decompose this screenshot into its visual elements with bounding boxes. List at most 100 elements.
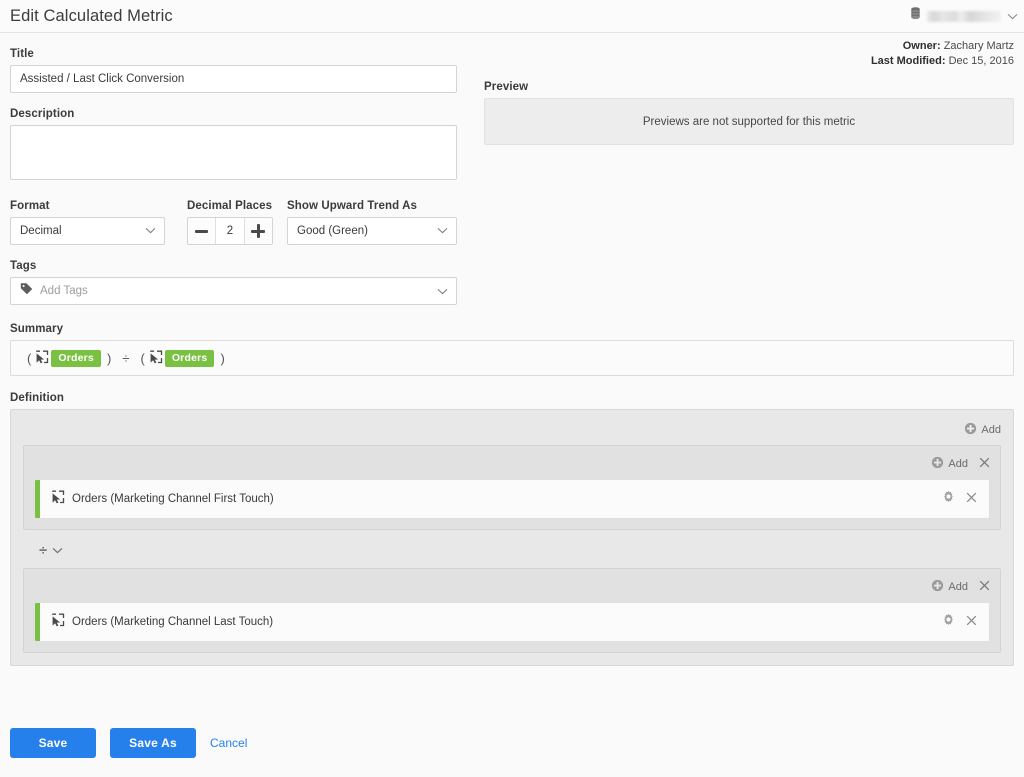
remove-group-button-2[interactable] [979, 578, 990, 596]
last-modified-value: Dec 15, 2016 [948, 55, 1014, 67]
chevron-down-icon [437, 225, 448, 237]
save-as-button[interactable]: Save As [110, 727, 196, 758]
last-modified-label: Last Modified: [870, 55, 946, 67]
definition-container: Add Add Orders (Marketing Channel First … [10, 409, 1014, 666]
definition-label: Definition [10, 392, 65, 404]
definition-group-2: Add Orders (Marketing Channel Last Touch… [23, 568, 1001, 653]
save-button[interactable]: Save [10, 727, 96, 758]
add-circle-icon [964, 422, 977, 438]
preview-column: Owner: Zachary Martz Last Modified: Dec … [457, 33, 1014, 305]
preview-label: Preview [484, 81, 529, 93]
page-title: Edit Calculated Metric [10, 6, 173, 25]
summary-expression: ( Orders ) ÷ ( Orders ) [10, 340, 1014, 376]
preview-message: Previews are not supported for this metr… [642, 115, 856, 128]
metric-row[interactable]: Orders (Marketing Channel Last Touch) [34, 602, 990, 642]
description-field-group: Description [10, 108, 457, 185]
summary-close-paren-2: ) [220, 350, 225, 366]
decimal-places-value[interactable]: 2 [215, 218, 244, 244]
title-label: Title [10, 48, 34, 60]
chevron-down-icon[interactable] [1007, 7, 1018, 25]
summary-label: Summary [10, 323, 64, 335]
chevron-down-icon[interactable] [52, 541, 63, 559]
format-field-group: Format Decimal [10, 200, 165, 245]
decrement-button[interactable] [188, 218, 216, 244]
summary-open-paren-1: ( [27, 350, 32, 366]
cancel-link[interactable]: Cancel [210, 736, 247, 750]
remove-metric-button[interactable] [966, 490, 977, 508]
title-input[interactable] [10, 65, 457, 93]
owner-line: Owner: Zachary Martz [484, 39, 1014, 54]
divide-operator-symbol: ÷ [39, 541, 48, 559]
format-select-value: Decimal [20, 225, 62, 237]
add-metric-label-1: Add [948, 457, 968, 470]
description-input[interactable] [10, 125, 457, 180]
metric-row-label: Orders (Marketing Channel First Touch) [72, 493, 274, 505]
summary-chip-1: Orders [51, 349, 101, 367]
metric-metadata: Owner: Zachary Martz Last Modified: Dec … [484, 33, 1014, 69]
description-label: Description [10, 108, 75, 120]
decimal-places-stepper[interactable]: 2 [187, 217, 273, 245]
trend-label: Show Upward Trend As [287, 200, 418, 212]
metric-cursor-icon [51, 613, 65, 632]
add-circle-icon [931, 456, 944, 472]
decimal-places-label: Decimal Places [187, 200, 273, 212]
chevron-down-icon [437, 282, 448, 300]
add-container-label: Add [981, 423, 1001, 436]
increment-button[interactable] [243, 218, 272, 244]
report-suite-selector[interactable] [910, 7, 1018, 25]
format-row: Format Decimal Decimal Places 2 Show Upw… [10, 200, 457, 245]
tags-field-group: Tags Add Tags [10, 260, 457, 305]
definition-section: Definition Add Add Orders (Marketing Cha… [10, 392, 1014, 666]
metric-row-tools [942, 490, 977, 508]
add-metric-button-1[interactable]: Add [931, 456, 968, 472]
trend-select-value: Good (Green) [297, 225, 368, 237]
metric-cursor-icon [51, 490, 65, 509]
add-metric-button-2[interactable]: Add [931, 579, 968, 595]
add-circle-icon [931, 579, 944, 595]
summary-open-paren-2: ( [140, 350, 145, 366]
preview-panel: Previews are not supported for this metr… [484, 98, 1014, 145]
metric-row-label: Orders (Marketing Channel Last Touch) [72, 616, 274, 628]
definition-group-2-toolbar: Add [34, 577, 990, 596]
remove-metric-button[interactable] [966, 613, 977, 631]
definition-operator-selector[interactable]: ÷ [39, 539, 1001, 561]
add-metric-label-2: Add [948, 580, 968, 593]
tags-placeholder: Add Tags [40, 285, 88, 297]
footer-actions: Save Save As Cancel [0, 708, 1024, 777]
add-container-button[interactable]: Add [964, 422, 1001, 438]
form-column: Title Description Format Decimal [10, 33, 457, 305]
metric-cursor-icon [35, 350, 49, 367]
main-content: Title Description Format Decimal [0, 33, 1024, 666]
metric-row[interactable]: Orders (Marketing Channel First Touch) [34, 479, 990, 519]
format-select[interactable]: Decimal [10, 217, 165, 245]
summary-operator: ÷ [122, 350, 130, 366]
window-titlebar: Edit Calculated Metric [0, 0, 1024, 33]
definition-container-toolbar: Add [23, 420, 1001, 439]
format-label: Format [10, 200, 50, 212]
gear-icon[interactable] [942, 490, 955, 508]
metric-row-tools [942, 613, 977, 631]
database-icon [910, 7, 921, 25]
tags-input[interactable]: Add Tags [10, 277, 457, 305]
owner-label: Owner: [902, 40, 941, 52]
trend-field-group: Show Upward Trend As Good (Green) [287, 200, 457, 245]
remove-group-button-1[interactable] [979, 455, 990, 473]
tag-icon [20, 282, 33, 300]
tags-label: Tags [10, 260, 37, 272]
definition-group-1-toolbar: Add [34, 454, 990, 473]
owner-value: Zachary Martz [943, 40, 1014, 52]
minus-icon [195, 229, 209, 233]
decimal-places-field-group: Decimal Places 2 [187, 200, 273, 245]
summary-section: Summary ( Orders ) ÷ ( Orders ) [10, 323, 1014, 376]
metric-cursor-icon [149, 350, 163, 367]
summary-chip-2: Orders [164, 349, 215, 367]
definition-group-1: Add Orders (Marketing Channel First Touc… [23, 445, 1001, 530]
title-field-group: Title [10, 48, 457, 93]
last-modified-line: Last Modified: Dec 15, 2016 [484, 54, 1014, 69]
trend-select[interactable]: Good (Green) [287, 217, 457, 245]
gear-icon[interactable] [942, 613, 955, 631]
summary-close-paren-1: ) [106, 350, 112, 366]
chevron-down-icon [145, 225, 156, 237]
plus-icon [251, 224, 266, 238]
report-suite-name-redacted [927, 10, 1001, 22]
